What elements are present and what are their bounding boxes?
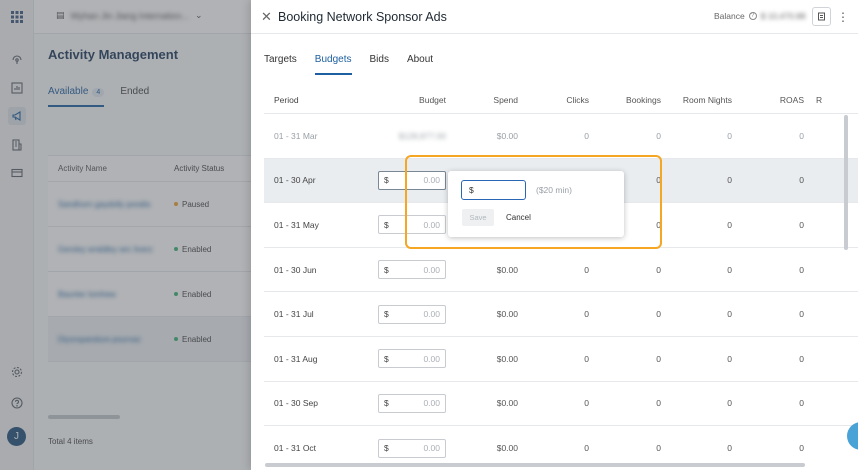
vertical-scrollbar[interactable]	[844, 115, 848, 250]
table-row: 01 - 31 Mar $128,877.00 $0.00 0 0 0 0	[264, 114, 858, 159]
cancel-button[interactable]: Cancel	[506, 209, 531, 226]
table-row: 01 - 31 Aug $0.00 $0.00 0 0 0 0	[264, 337, 858, 382]
tab-targets[interactable]: Targets	[264, 54, 297, 75]
drawer-tabs: Targets Budgets Bids About	[264, 54, 451, 75]
period: 01 - 30 Jun	[274, 264, 317, 275]
period: 01 - 31 Jul	[274, 309, 314, 320]
budget-input[interactable]: $0.00	[378, 349, 446, 369]
period: 01 - 31 Aug	[274, 353, 318, 364]
budget-input[interactable]: $0.00	[378, 304, 446, 324]
drawer-header: ✕ Booking Network Sponsor Ads Balance ? …	[251, 0, 858, 34]
budget-input[interactable]: $0.00	[378, 170, 446, 190]
balance: Balance ? $ 10,470.88	[714, 11, 806, 21]
more-vertical-icon[interactable]: ⋮	[837, 8, 849, 26]
table-row: 01 - 30 Sep $0.00 $0.00 0 0 0 0	[264, 382, 858, 427]
period: 01 - 30 Sep	[274, 398, 318, 409]
table-row: 01 - 30 Jun $0.00 $0.00 0 0 0 0	[264, 248, 858, 293]
table-row: 01 - 31 Jul $0.00 $0.00 0 0 0 0	[264, 292, 858, 337]
budget-input[interactable]: $0.00	[378, 215, 446, 235]
period: 01 - 31 Oct	[274, 443, 317, 454]
close-icon[interactable]: ✕	[261, 10, 274, 23]
budget-input[interactable]: $0.00	[378, 438, 446, 458]
period: 01 - 30 Apr	[274, 175, 316, 186]
budget-input[interactable]: $0.00	[378, 260, 446, 280]
period: 01 - 31 Mar	[274, 130, 318, 141]
balance-value: $ 10,470.88	[760, 11, 806, 21]
tab-bids[interactable]: Bids	[370, 54, 389, 75]
period: 01 - 31 May	[274, 219, 319, 230]
budget-value: $128,877.00	[398, 130, 446, 141]
tab-budgets[interactable]: Budgets	[314, 54, 352, 75]
drawer-title: Booking Network Sponsor Ads	[278, 10, 447, 24]
save-button[interactable]: Save	[462, 209, 494, 226]
table-header: Period Budget Spend Clicks Bookings Room…	[264, 87, 858, 114]
balance-label: Balance	[714, 11, 745, 21]
budget-edit-popover: ($20 min) Save Cancel	[448, 171, 624, 237]
info-icon[interactable]: ?	[748, 12, 757, 20]
document-icon[interactable]	[812, 7, 831, 26]
budget-table: Period Budget Spend Clicks Bookings Room…	[264, 87, 858, 470]
horizontal-scrollbar[interactable]	[265, 463, 805, 467]
tab-about[interactable]: About	[407, 54, 433, 75]
budget-amount-input[interactable]	[461, 180, 526, 200]
min-budget-hint: ($20 min)	[536, 185, 572, 195]
budget-input[interactable]: $0.00	[378, 393, 446, 413]
